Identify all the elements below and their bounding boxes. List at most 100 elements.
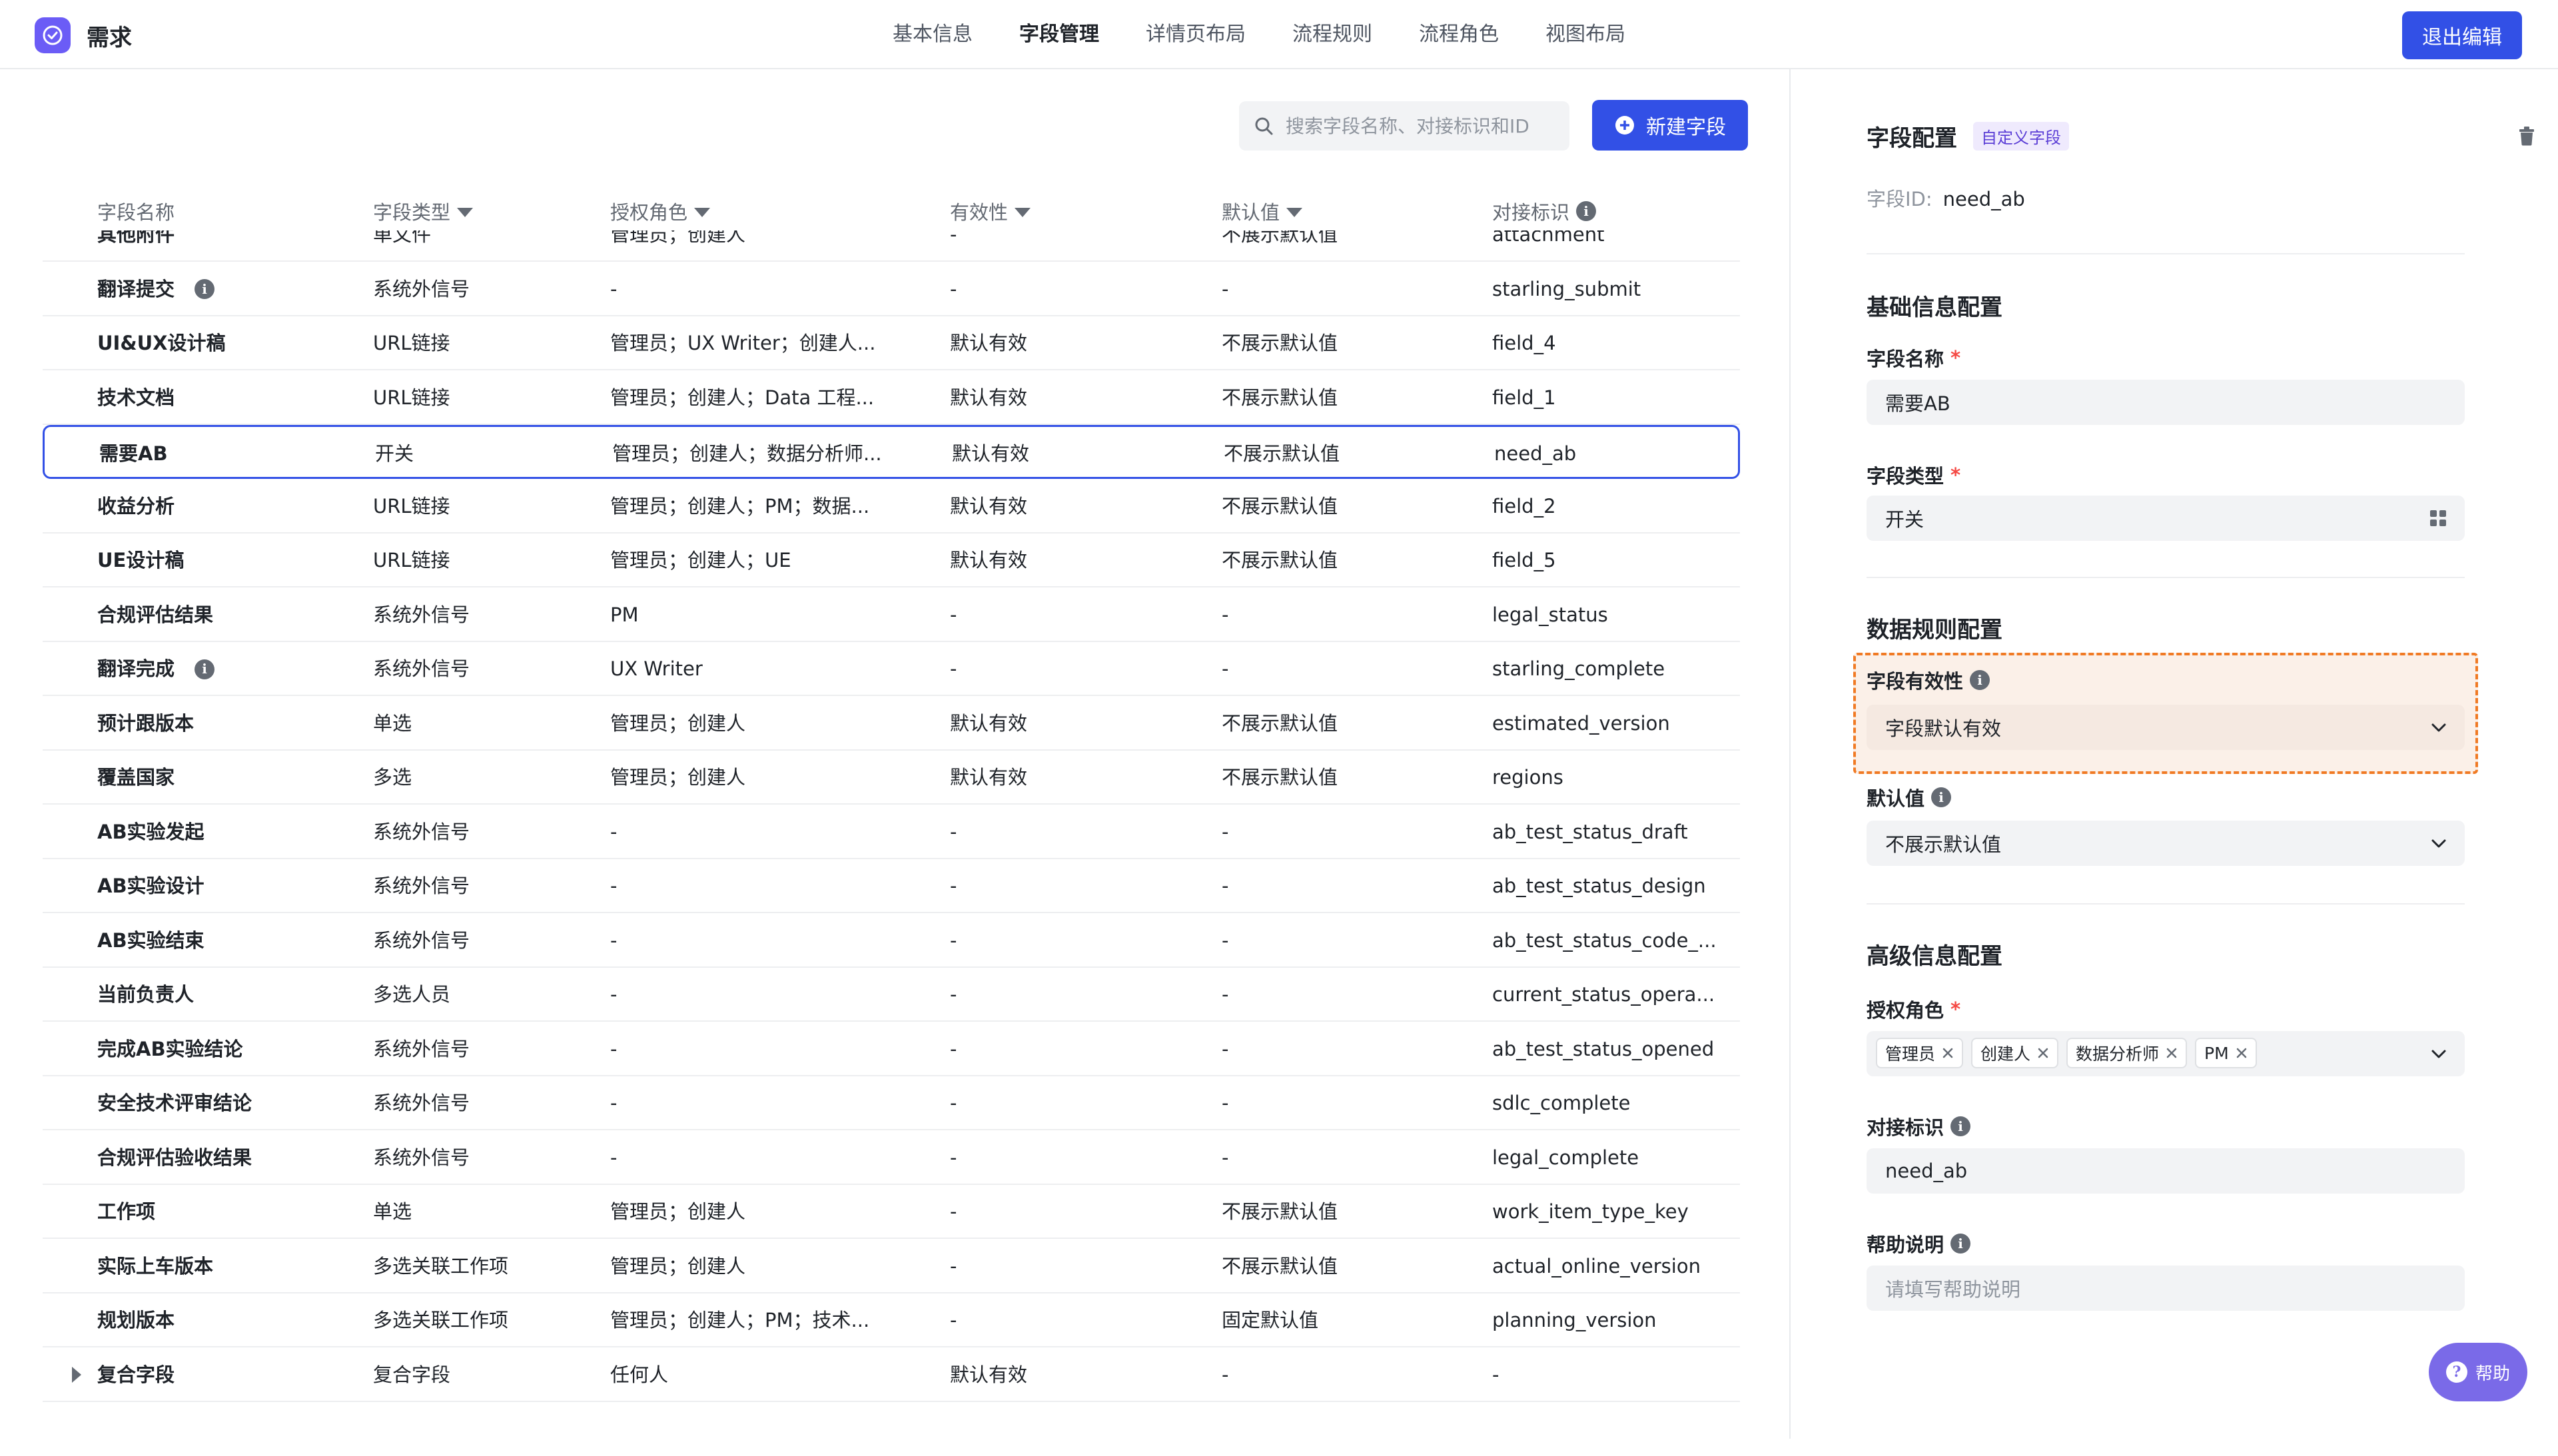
cell-default: -	[1222, 262, 1442, 316]
table-row[interactable]: 覆盖国家 多选 管理员；创建人 默认有效 不展示默认值 regions	[43, 751, 1740, 805]
table-row[interactable]: AB实验设计 系统外信号 - - - ab_test_status_design	[43, 859, 1740, 913]
cell-text: -	[1222, 1092, 1229, 1114]
cell-roles: -	[610, 1131, 910, 1185]
roles-select[interactable]: 管理员 创建人 数据分析师 PM	[1867, 1031, 2465, 1076]
close-icon[interactable]	[1942, 1047, 1954, 1059]
cell-text: 默认有效	[950, 1363, 1028, 1386]
nav-tab[interactable]: 流程规则	[1292, 0, 1372, 69]
cell-text: 不展示默认值	[1224, 442, 1340, 465]
table-row[interactable]: UI&UX设计稿 URL链接 管理员；UX Writer；创建人... 默认有效 不展示…	[43, 316, 1740, 370]
cell-text: -	[610, 983, 618, 1006]
table-row[interactable]: 当前负责人 多选人员 - - - current_status_opera...	[43, 968, 1740, 1022]
cell-type: 多选关联工作项	[373, 1240, 593, 1293]
table-row[interactable]: 工作项 单选 管理员；创建人 - 不展示默认值 work_item_type_key	[43, 1185, 1740, 1239]
default-value-select[interactable]: 不展示默认值	[1867, 821, 2465, 866]
cell-key: starling_complete	[1492, 642, 1736, 696]
default-value-label: 默认值 i	[1867, 783, 1952, 811]
cell-name: 预计跟版本	[97, 697, 317, 751]
cell-text: 单选	[373, 1200, 412, 1223]
filter-icon[interactable]	[694, 208, 711, 217]
table-row[interactable]: AB实验结束 系统外信号 - - - ab_test_status_code_...	[43, 914, 1740, 968]
field-config-panel: 字段配置 自定义字段 字段ID: need_ab 基础信息配置 字段名称 * 需要A…	[1789, 69, 2558, 1439]
cell-text: -	[1222, 928, 1229, 952]
cell-text: ab_test_status_opened	[1492, 1037, 1715, 1060]
cell-validity: -	[950, 1293, 1170, 1347]
table-row[interactable]: 安全技术评审结论 系统外信号 - - - sdlc_complete	[43, 1076, 1740, 1130]
table-row[interactable]: 复合字段 复合字段 任何人 默认有效 - -	[43, 1348, 1740, 1402]
cell-default: 不展示默认值	[1222, 1185, 1442, 1239]
cell-default: 固定默认值	[1222, 1293, 1442, 1347]
close-icon[interactable]	[2037, 1047, 2049, 1059]
nav-tab[interactable]: 详情页布局	[1146, 0, 1246, 69]
cell-key: legal_status	[1492, 588, 1736, 642]
cell-roles: UX Writer	[610, 642, 910, 696]
custom-field-badge: 自定义字段	[1973, 122, 2069, 151]
cell-text: field_1	[1492, 386, 1556, 409]
cell-key: need_ab	[1494, 427, 1738, 481]
cell-text: 系统外信号	[373, 928, 470, 952]
cell-text: field_2	[1492, 494, 1556, 518]
table-row[interactable]: 收益分析 URL链接 管理员；创建人；PM；数据... 默认有效 不展示默认值 field…	[43, 480, 1740, 534]
cell-text: 开关	[375, 442, 414, 465]
filter-icon[interactable]	[1015, 208, 1031, 217]
key-input[interactable]: need_ab	[1867, 1148, 2465, 1194]
table-row[interactable]: 其他附件 单文件 管理员；创建人 - 不展示默认值 attachment	[43, 230, 1740, 262]
table-row[interactable]: 翻译完成 i 系统外信号 UX Writer - - starling_complete	[43, 642, 1740, 696]
cell-roles: -	[610, 968, 910, 1022]
divider	[1867, 903, 2465, 905]
cell-name: 当前负责人	[97, 968, 317, 1022]
search-input[interactable]	[1286, 115, 1565, 137]
table-row[interactable]: AB实验发起 系统外信号 - - - ab_test_status_draft	[43, 805, 1740, 859]
cell-roles: PM	[610, 588, 910, 642]
cell-name: 需要AB	[99, 427, 319, 481]
validity-select[interactable]: 字段默认有效	[1867, 705, 2465, 750]
cell-validity: 默认有效	[950, 371, 1170, 425]
field-type-input[interactable]: 开关	[1867, 496, 2465, 541]
table-row[interactable]: 技术文档 URL链接 管理员；创建人；Data 工程... 默认有效 不展示默认值 fie…	[43, 371, 1740, 425]
close-icon[interactable]	[2166, 1047, 2178, 1059]
new-field-button[interactable]: 新建字段	[1592, 100, 1748, 151]
table-row[interactable]: UE设计稿 URL链接 管理员；创建人；UE 默认有效 不展示默认值 field_5	[43, 534, 1740, 587]
field-id-value: need_ab	[1942, 188, 2025, 210]
column-header: 对接标识 i	[1492, 197, 1597, 225]
table-row[interactable]: 需要AB 开关 管理员；创建人；数据分析师... 默认有效 不展示默认值 need_ab	[43, 425, 1740, 479]
table-row[interactable]: 合规评估验收结果 系统外信号 - - - legal_complete	[43, 1131, 1740, 1185]
cell-text: 系统外信号	[373, 1092, 470, 1114]
nav-tab[interactable]: 视图布局	[1545, 0, 1625, 69]
cell-text: -	[1492, 1363, 1499, 1386]
close-icon[interactable]	[2236, 1047, 2248, 1059]
cell-key: ab_test_status_opened	[1492, 1022, 1736, 1076]
cell-text: 系统外信号	[373, 603, 470, 626]
cell-text: AB实验发起	[97, 820, 205, 843]
cell-text: -	[950, 1037, 957, 1060]
table-row[interactable]: 实际上车版本 多选关联工作项 管理员；创建人 - 不展示默认值 actual_online…	[43, 1240, 1740, 1293]
nav-tab[interactable]: 流程角色	[1419, 0, 1499, 69]
filter-icon[interactable]	[1286, 208, 1303, 217]
table-row[interactable]: 规划版本 多选关联工作项 管理员；创建人；PM；技术... - 固定默认值 plannin…	[43, 1293, 1740, 1347]
cell-text: 完成AB实验结论	[97, 1037, 243, 1060]
cell-name: 翻译提交 i	[97, 262, 317, 316]
help-desc-input[interactable]: 请填写帮助说明	[1867, 1266, 2465, 1311]
table-row[interactable]: 翻译提交 i 系统外信号 - - - starling_submit	[43, 262, 1740, 316]
cell-type: URL链接	[373, 316, 593, 370]
trash-icon[interactable]	[2517, 125, 2537, 149]
nav-tab[interactable]: 字段管理	[1019, 0, 1099, 69]
expand-caret-icon[interactable]	[72, 1366, 81, 1383]
table-row[interactable]: 完成AB实验结论 系统外信号 - - - ab_test_status_opened	[43, 1022, 1740, 1076]
exit-edit-button[interactable]: 退出编辑	[2402, 11, 2522, 59]
cell-text: -	[950, 1309, 957, 1331]
filter-icon[interactable]	[457, 208, 474, 217]
cell-text: 需要AB	[99, 442, 168, 465]
nav-tab[interactable]: 基本信息	[893, 0, 973, 69]
help-button[interactable]: ? 帮助	[2429, 1343, 2527, 1401]
info-icon: i	[195, 659, 215, 679]
cell-name: 合规评估验收结果	[97, 1131, 317, 1185]
table-row[interactable]: 合规评估结果 系统外信号 PM - - legal_status	[43, 588, 1740, 642]
field-name-input[interactable]: 需要AB	[1867, 380, 2465, 425]
chevron-down-icon	[2431, 839, 2446, 848]
cell-text: starling_complete	[1492, 657, 1665, 680]
table-row[interactable]: 预计跟版本 单选 管理员；创建人 默认有效 不展示默认值 estimated_versio…	[43, 697, 1740, 751]
cell-text: -	[1222, 1146, 1229, 1169]
role-tags: 管理员 创建人 数据分析师 PM	[1876, 1038, 2257, 1068]
search-box[interactable]	[1239, 101, 1569, 151]
